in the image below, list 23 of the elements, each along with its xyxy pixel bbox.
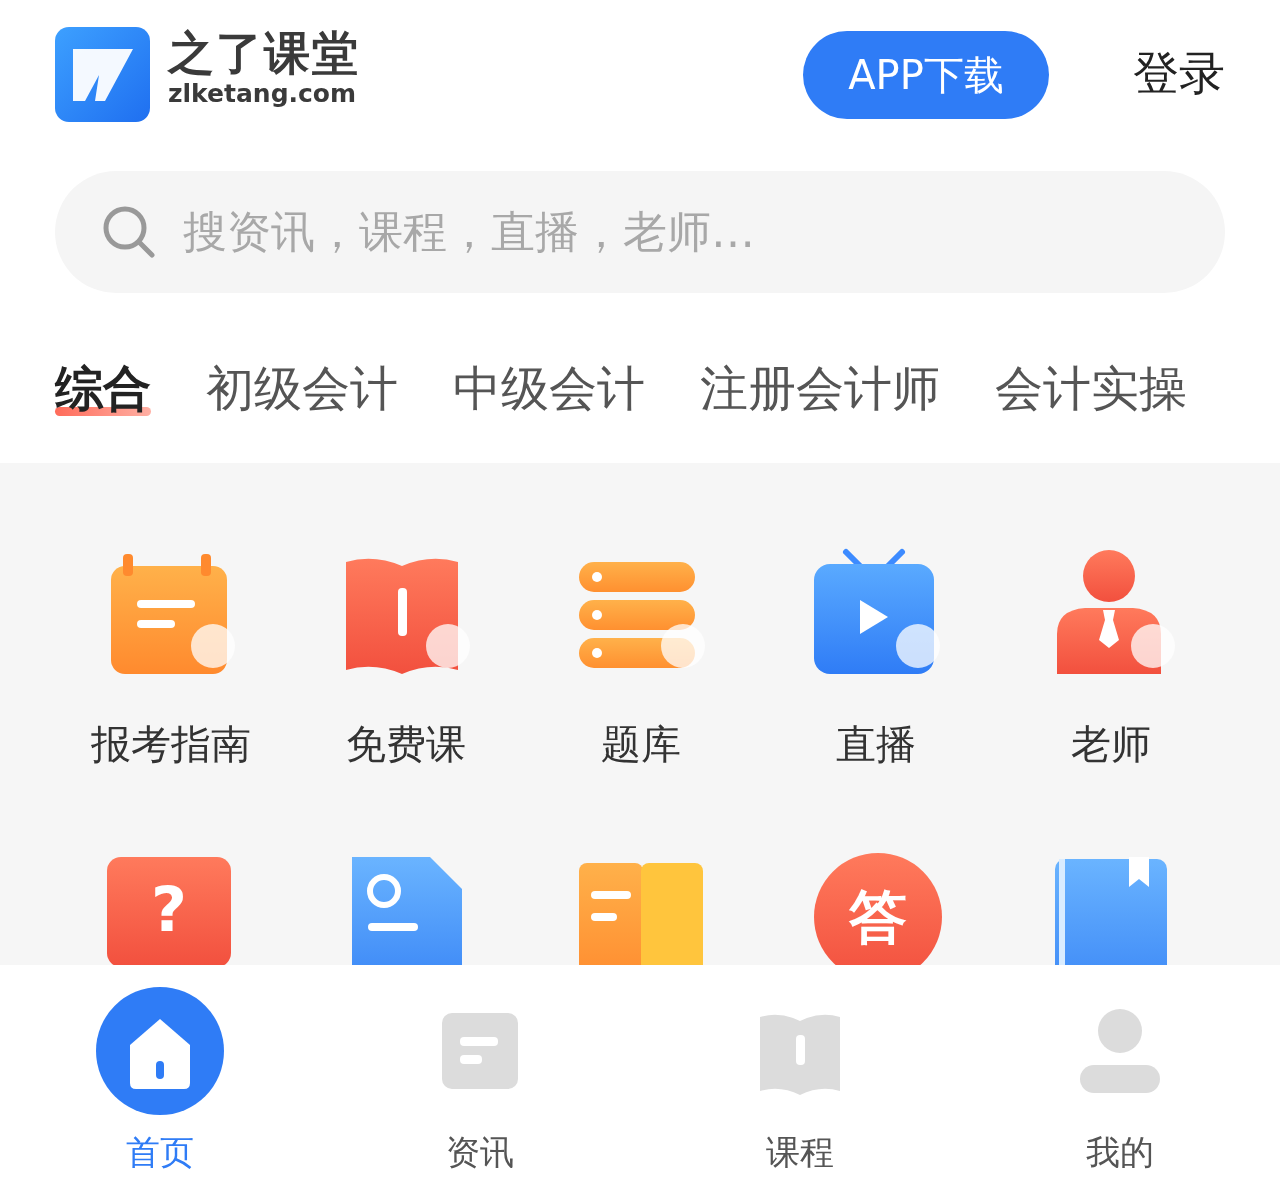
category-tab[interactable]: 注册会计师: [700, 358, 940, 418]
logo-icon: [55, 27, 150, 122]
shortcut-label[interactable]: 报考指南: [90, 720, 251, 768]
logo-domain: zlketang.com: [168, 79, 358, 109]
nav-tab[interactable]: 首页: [0, 965, 320, 1195]
home-icon: [94, 985, 226, 1117]
icon-glyph: 答: [848, 883, 907, 951]
nav-tab[interactable]: 课程: [640, 965, 960, 1195]
icon-glyph: ?: [150, 873, 187, 946]
nav-tab[interactable]: 资讯: [320, 965, 640, 1195]
shortcut-label[interactable]: 题库: [600, 720, 681, 768]
shortcut-label[interactable]: 免费课: [345, 720, 466, 768]
category-tab[interactable]: 综合: [55, 358, 151, 418]
logo-name: 之了课堂: [168, 27, 360, 79]
category-tab[interactable]: 会计实操: [995, 358, 1187, 418]
shortcut-label[interactable]: 老师: [1070, 720, 1151, 768]
category-tab[interactable]: 初级会计: [206, 358, 398, 418]
app-download-button[interactable]: APP下载: [803, 31, 1049, 119]
nav-tab[interactable]: 我的: [960, 965, 1280, 1195]
login-link[interactable]: 登录: [1133, 47, 1225, 99]
search-field[interactable]: 搜资讯，课程，直播，老师…: [55, 171, 1225, 293]
shortcut-label[interactable]: 直播: [835, 720, 916, 768]
category-tab[interactable]: 中级会计: [453, 358, 645, 418]
